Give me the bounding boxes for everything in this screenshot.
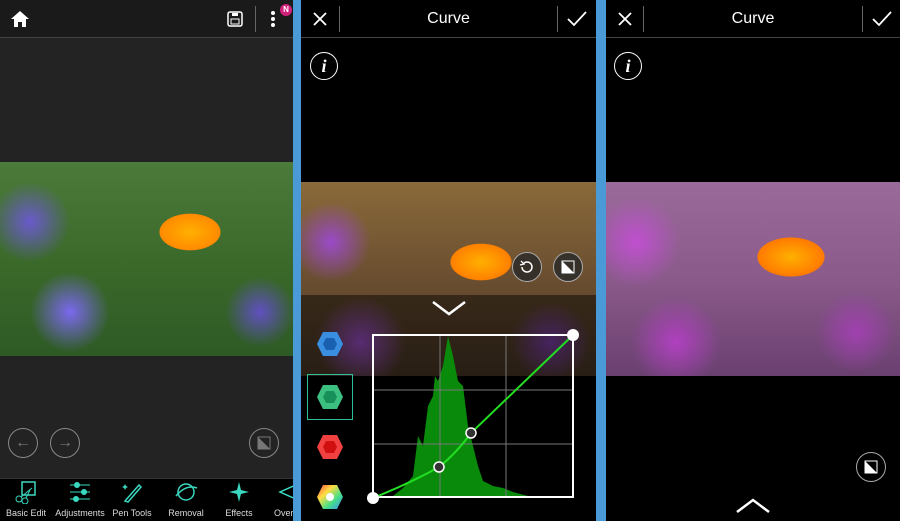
tool-label: Overlay [274, 508, 293, 518]
curve-point-white[interactable] [567, 329, 579, 341]
info-icon[interactable]: i [310, 52, 338, 80]
collapse-chevron-icon[interactable] [431, 298, 467, 318]
channel-green[interactable] [307, 374, 353, 420]
curve-editor[interactable] [363, 326, 583, 510]
notification-badge: N [280, 4, 292, 16]
tool-removal[interactable]: Removal [158, 480, 214, 518]
compare-button[interactable] [553, 252, 583, 282]
editor-header: N [0, 0, 293, 38]
redo-button[interactable]: → [50, 428, 80, 458]
tool-label: Pen Tools [112, 508, 152, 518]
histogram [393, 336, 533, 498]
curve-header: Curve [606, 0, 900, 38]
tool-label: Adjustments [55, 508, 105, 518]
curve-point-black[interactable] [367, 492, 379, 504]
info-icon[interactable]: i [614, 52, 642, 80]
compare-button[interactable] [856, 452, 886, 482]
curve-point[interactable] [465, 427, 477, 439]
curve-result-panel: Curve i [606, 0, 900, 521]
channel-rgb[interactable] [307, 474, 353, 520]
save-icon[interactable] [224, 8, 246, 30]
tool-pen-tools[interactable]: Pen Tools [104, 480, 160, 518]
apply-check-icon[interactable] [870, 8, 894, 30]
channel-blue[interactable] [307, 321, 353, 367]
panel-title: Curve [427, 10, 470, 27]
tool-overlay[interactable]: Overlay [264, 480, 293, 518]
photo-original [0, 162, 293, 356]
tool-label: Removal [168, 508, 204, 518]
curve-point[interactable] [433, 461, 445, 473]
expand-chevron-icon[interactable] [735, 496, 771, 516]
tool-adjustments[interactable]: Adjustments [52, 480, 108, 518]
photo-result [606, 182, 900, 376]
channel-red[interactable] [307, 424, 353, 470]
home-icon[interactable] [8, 8, 32, 30]
curve-header: Curve [301, 0, 596, 38]
tool-label: Basic Edit [5, 508, 47, 518]
tool-basic-edit[interactable]: Basic Edit [0, 480, 54, 518]
compare-button[interactable] [249, 428, 279, 458]
undo-button[interactable]: ← [8, 428, 38, 458]
tool-effects[interactable]: Effects [211, 480, 267, 518]
editor-panel: N ← → Basic Edit Adjustments Pen Tools R… [0, 0, 293, 521]
tool-label: Effects [225, 508, 253, 518]
panel-title: Curve [731, 10, 775, 27]
curve-panel: Curve i [301, 0, 596, 521]
reset-button[interactable] [512, 252, 542, 282]
more-menu-icon[interactable] [266, 8, 280, 30]
apply-check-icon[interactable] [565, 8, 589, 30]
